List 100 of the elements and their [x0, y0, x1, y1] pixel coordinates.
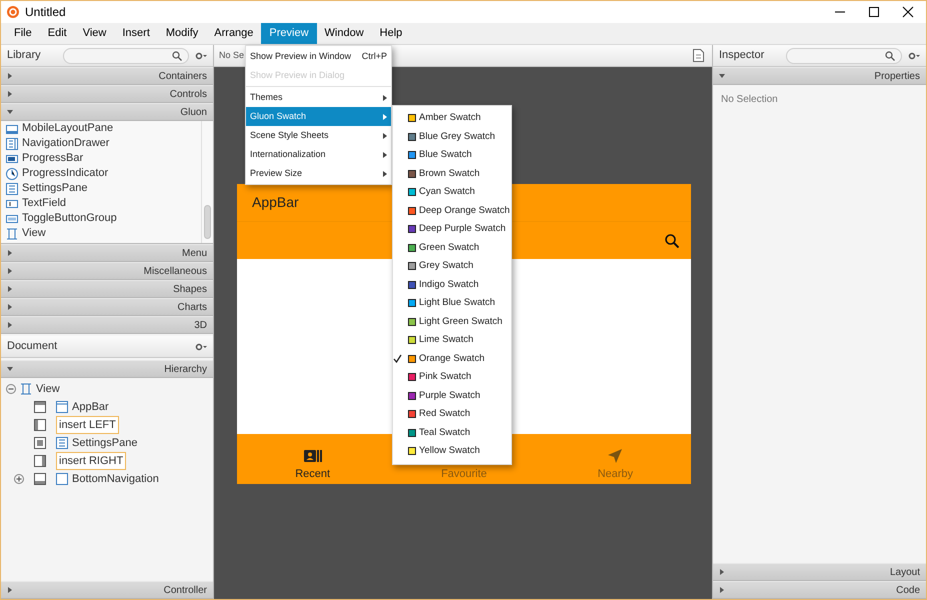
- section-header[interactable]: Miscellaneous: [1, 262, 213, 280]
- menu-item[interactable]: Internationalization: [246, 145, 391, 164]
- progress-bar-icon: [6, 152, 18, 164]
- section-header[interactable]: 3D: [1, 316, 213, 334]
- collapsed-triangle-icon[interactable]: [7, 73, 13, 79]
- section-title: Gluon: [180, 106, 207, 120]
- section-header[interactable]: Shapes: [1, 280, 213, 298]
- menu-item[interactable]: Lime Swatch: [393, 331, 511, 350]
- section-header[interactable]: Containers: [1, 67, 213, 85]
- settings-icon[interactable]: [195, 342, 207, 350]
- contacts-icon: [304, 448, 322, 462]
- menu-item[interactable]: Blue Swatch: [393, 146, 511, 164]
- menu-item[interactable]: Light Blue Swatch: [393, 294, 511, 312]
- submenu-arrow-icon: [383, 152, 387, 158]
- insert-slot[interactable]: insert LEFT: [56, 416, 119, 434]
- expanded-triangle-icon[interactable]: [719, 73, 725, 79]
- collapsed-triangle-icon[interactable]: [7, 322, 13, 328]
- menu-item[interactable]: View: [74, 23, 114, 44]
- library-item[interactable]: ToggleButtonGroup: [22, 210, 117, 227]
- library-item[interactable]: ProgressBar: [22, 150, 84, 167]
- collapsed-triangle-icon[interactable]: [7, 250, 13, 256]
- collapsed-triangle-icon[interactable]: [719, 569, 725, 575]
- toggle-group-icon: [6, 212, 18, 224]
- section-header[interactable]: Controller: [1, 581, 213, 599]
- settings-icon[interactable]: [908, 52, 920, 60]
- document-icon[interactable]: [693, 49, 704, 62]
- menu-item[interactable]: Grey Swatch: [393, 257, 511, 276]
- menu-item[interactable]: Gluon Swatch: [246, 107, 391, 126]
- section-title: Code: [896, 584, 920, 598]
- section-header[interactable]: Code: [713, 581, 926, 599]
- library-item[interactable]: TextField: [22, 195, 66, 212]
- submenu-arrow-icon: [383, 132, 387, 138]
- menu-item[interactable]: Window: [316, 23, 372, 44]
- library-item[interactable]: View: [22, 225, 46, 242]
- scrollbar-thumb[interactable]: [204, 205, 211, 239]
- library-item[interactable]: NavigationDrawer: [22, 135, 110, 152]
- menu-item[interactable]: Blue Grey Swatch: [393, 128, 511, 146]
- library-item[interactable]: ProgressIndicator: [22, 165, 108, 182]
- menu-item[interactable]: Insert: [114, 23, 158, 44]
- section-header[interactable]: Layout: [713, 563, 926, 581]
- panel-title: Library: [7, 48, 41, 64]
- section-title: Containers: [158, 70, 207, 84]
- section-header[interactable]: Hierarchy: [1, 360, 213, 378]
- window-title: Untitled: [25, 4, 66, 21]
- library-item[interactable]: SettingsPane: [22, 180, 88, 197]
- close-icon[interactable]: [902, 6, 914, 18]
- section-header[interactable]: Gluon: [1, 103, 213, 121]
- menu-item[interactable]: Pink Swatch: [393, 368, 511, 386]
- menu-item[interactable]: Teal Swatch: [393, 424, 511, 442]
- section-header[interactable]: Menu: [1, 244, 213, 262]
- search-field[interactable]: [786, 48, 902, 64]
- menu-item[interactable]: Preview: [261, 23, 317, 44]
- menu-item[interactable]: Deep Purple Swatch: [393, 220, 511, 238]
- section-header[interactable]: Properties: [713, 67, 926, 85]
- expand-icon[interactable]: [14, 474, 24, 484]
- settings-icon[interactable]: [195, 52, 207, 60]
- tree-item[interactable]: SettingsPane: [72, 434, 138, 452]
- menu-item[interactable]: Help: [372, 23, 410, 44]
- collapsed-triangle-icon[interactable]: [7, 304, 13, 310]
- library-item[interactable]: MobileLayoutPane: [22, 120, 114, 137]
- menu-item[interactable]: Cyan Swatch: [393, 183, 511, 202]
- section-title: Controls: [170, 88, 207, 102]
- menu-item[interactable]: Yellow Swatch: [393, 442, 511, 460]
- collapsed-triangle-icon[interactable]: [7, 587, 13, 593]
- menu-item[interactable]: Red Swatch: [393, 405, 511, 424]
- menu-item[interactable]: Purple Swatch: [393, 386, 511, 405]
- menu-item[interactable]: Modify: [158, 23, 206, 44]
- expanded-triangle-icon[interactable]: [7, 109, 13, 115]
- submenu-arrow-icon: [383, 94, 387, 100]
- maximize-icon[interactable]: [868, 6, 880, 18]
- menu-item[interactable]: Deep Orange Swatch: [393, 202, 511, 220]
- tree-item[interactable]: BottomNavigation: [72, 470, 159, 488]
- menu-item[interactable]: Green Swatch: [393, 238, 511, 257]
- tree-item[interactable]: AppBar: [72, 398, 109, 416]
- collapsed-triangle-icon[interactable]: [7, 91, 13, 97]
- search-icon[interactable]: [665, 234, 679, 248]
- menu-item[interactable]: Brown Swatch: [393, 164, 511, 183]
- section-header[interactable]: Controls: [1, 85, 213, 103]
- submenu-arrow-icon: [383, 170, 387, 176]
- menu-item[interactable]: Scene Style Sheets: [246, 126, 391, 145]
- menu-item[interactable]: File: [6, 23, 40, 44]
- menu-item[interactable]: Amber Swatch: [393, 109, 511, 128]
- menu-item[interactable]: Edit: [40, 23, 75, 44]
- collapsed-triangle-icon[interactable]: [7, 286, 13, 292]
- expanded-triangle-icon[interactable]: [7, 366, 13, 372]
- menu-item[interactable]: Show Preview in Window Ctrl+P: [246, 47, 391, 66]
- collapsed-triangle-icon[interactable]: [7, 268, 13, 274]
- menu-item[interactable]: Themes: [246, 88, 391, 107]
- menu-item[interactable]: Preview Size: [246, 164, 391, 183]
- tree-item[interactable]: View: [36, 380, 60, 398]
- section-header[interactable]: Charts: [1, 298, 213, 316]
- nav-tab[interactable]: Recent: [237, 434, 388, 484]
- search-field[interactable]: [62, 48, 189, 64]
- insert-slot[interactable]: insert RIGHT: [56, 452, 126, 470]
- menu-item[interactable]: Arrange: [206, 23, 262, 44]
- menu-item[interactable]: Light Green Swatch: [393, 312, 511, 331]
- collapse-icon[interactable]: [6, 384, 16, 394]
- menu-item[interactable]: Orange Swatch: [393, 350, 511, 368]
- collapsed-triangle-icon[interactable]: [719, 587, 725, 593]
- menu-item[interactable]: Indigo Swatch: [393, 276, 511, 294]
